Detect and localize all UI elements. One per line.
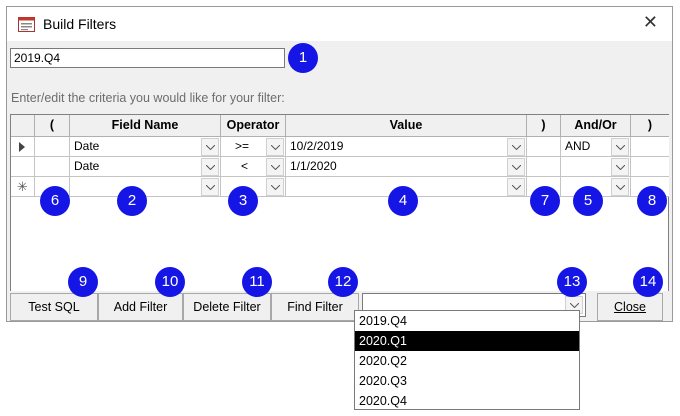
record-selector[interactable] [11, 157, 35, 177]
col-close-paren-2: ) [631, 115, 669, 137]
callout-7: 7 [530, 186, 560, 216]
cell-close-paren[interactable] [527, 157, 561, 177]
filter-dropdown-list[interactable]: 2019.Q4 2020.Q1 2020.Q2 2020.Q3 2020.Q4 [354, 310, 580, 410]
callout-5: 5 [573, 186, 603, 216]
cell-close-paren[interactable] [527, 137, 561, 157]
callout-6: 6 [40, 186, 70, 216]
chevron-down-icon[interactable] [201, 158, 219, 176]
callout-1: 1 [288, 43, 318, 73]
cell-field-name[interactable]: Date [70, 137, 221, 157]
chevron-down-icon[interactable] [201, 138, 219, 156]
cell-close-paren-2[interactable] [631, 137, 669, 157]
callout-9: 9 [68, 267, 98, 297]
col-close-paren: ) [527, 115, 561, 137]
dropdown-option[interactable]: 2019.Q4 [355, 311, 579, 331]
callout-14: 14 [633, 267, 663, 297]
chevron-down-icon[interactable] [507, 158, 525, 176]
chevron-down-icon[interactable] [611, 158, 629, 176]
chevron-down-icon[interactable] [507, 178, 525, 196]
cell-open-paren[interactable] [35, 157, 70, 177]
callout-3: 3 [228, 186, 258, 216]
delete-filter-button[interactable]: Delete Filter [183, 293, 271, 321]
cell-value[interactable]: 10/2/2019 [286, 137, 527, 157]
title-bar: Build Filters ✕ [7, 7, 672, 41]
dropdown-option[interactable]: 2020.Q4 [355, 391, 579, 411]
dropdown-option-highlighted[interactable]: 2020.Q1 [355, 331, 579, 351]
dropdown-option[interactable]: 2020.Q2 [355, 351, 579, 371]
chevron-down-icon[interactable] [611, 178, 629, 196]
callout-2: 2 [117, 186, 147, 216]
cell-field-name[interactable]: Date [70, 157, 221, 177]
find-filter-button[interactable]: Find Filter [271, 293, 359, 321]
current-record-icon[interactable] [11, 137, 35, 157]
row-selector-header [11, 115, 35, 137]
chevron-down-icon[interactable] [201, 178, 219, 196]
cell-and-or-text: AND [565, 139, 591, 153]
cell-close-paren-2[interactable] [631, 157, 669, 177]
test-sql-button[interactable]: Test SQL [10, 293, 98, 321]
cell-operator-text: < [241, 159, 249, 173]
form-icon [18, 17, 35, 32]
criteria-grid: ( Field Name Operator Value ) And/Or ) D… [10, 114, 669, 291]
callout-11: 11 [242, 267, 272, 297]
col-open-paren: ( [35, 115, 70, 137]
filter-name-field[interactable]: 2019.Q4 [10, 48, 285, 68]
close-button-label: Close [614, 300, 646, 314]
callout-12: 12 [328, 267, 358, 297]
col-field-name: Field Name [70, 115, 221, 137]
close-button[interactable]: Close [597, 293, 663, 321]
col-operator: Operator [221, 115, 286, 137]
instructions-label: Enter/edit the criteria you would like f… [11, 91, 285, 105]
chevron-down-icon[interactable] [266, 158, 284, 176]
callout-10: 10 [155, 267, 185, 297]
new-record-icon[interactable]: ✳ [11, 177, 35, 197]
callout-13: 13 [557, 267, 587, 297]
col-and-or: And/Or [561, 115, 631, 137]
chevron-down-icon[interactable] [507, 138, 525, 156]
cell-value[interactable]: 1/1/2020 [286, 157, 527, 177]
add-filter-button[interactable]: Add Filter [98, 293, 183, 321]
chevron-down-icon[interactable] [266, 138, 284, 156]
chevron-down-icon[interactable] [266, 178, 284, 196]
cell-open-paren[interactable] [35, 137, 70, 157]
callout-8: 8 [637, 186, 667, 216]
window-title: Build Filters [43, 16, 117, 32]
chevron-down-icon[interactable] [611, 138, 629, 156]
cell-operator-text: >= [235, 139, 250, 153]
callout-4: 4 [388, 186, 418, 216]
close-icon[interactable]: ✕ [643, 12, 658, 33]
col-value: Value [286, 115, 527, 137]
dropdown-option[interactable]: 2020.Q3 [355, 371, 579, 391]
